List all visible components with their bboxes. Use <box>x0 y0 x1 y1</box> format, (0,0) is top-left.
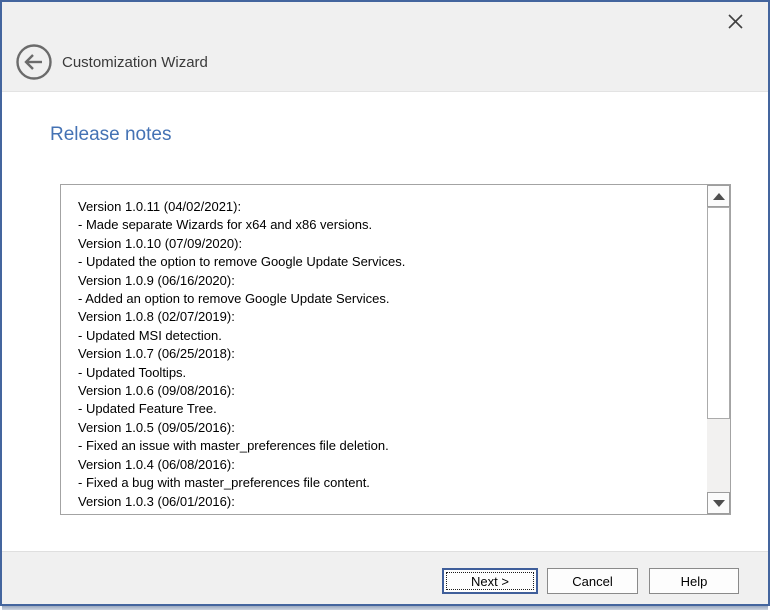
wizard-header: Customization Wizard <box>2 2 768 92</box>
next-button[interactable]: Next > <box>442 568 538 594</box>
release-note-line: Version 1.0.7 (06/25/2018): <box>78 345 699 363</box>
release-note-line: - Made separate Wizards for x64 and x86 … <box>78 216 699 234</box>
wizard-window: Customization Wizard Release notes Versi… <box>0 0 770 606</box>
release-note-line: Version 1.0.8 (02/07/2019): <box>78 308 699 326</box>
release-notes-text: Version 1.0.11 (04/02/2021): - Made sepa… <box>61 185 707 514</box>
release-note-line: Version 1.0.5 (09/05/2016): <box>78 419 699 437</box>
page-title: Release notes <box>50 124 171 146</box>
scrollbar-thumb[interactable] <box>707 207 730 419</box>
release-note-line: Version 1.0.11 (04/02/2021): <box>78 198 699 216</box>
release-note-line: - Updated the option to remove Google Up… <box>78 253 699 271</box>
release-notes-textbox[interactable]: Version 1.0.11 (04/02/2021): - Made sepa… <box>60 184 731 515</box>
release-note-line: Version 1.0.4 (06/08/2016): <box>78 456 699 474</box>
release-note-line: - Fixed a bug with master_preferences fi… <box>78 474 699 492</box>
scroll-down-button[interactable] <box>707 492 730 514</box>
wizard-title: Customization Wizard <box>62 54 208 71</box>
footer-bar: Next > Cancel Help <box>2 551 768 604</box>
window-bottom-shadow <box>2 606 768 610</box>
release-note-line: Version 1.0.6 (09/08/2016): <box>78 382 699 400</box>
main-panel: Release notes Version 1.0.11 (04/02/2021… <box>2 93 768 551</box>
back-button[interactable] <box>15 44 53 82</box>
back-icon <box>15 43 53 84</box>
close-icon <box>728 14 743 32</box>
help-button[interactable]: Help <box>649 568 739 594</box>
release-note-line: - Fixed an issue with master_preferences… <box>78 437 699 455</box>
scroll-down-icon <box>713 500 725 507</box>
close-button[interactable] <box>720 10 750 36</box>
vertical-scrollbar[interactable] <box>707 185 730 514</box>
release-note-line: - Updated Feature Tree. <box>78 400 699 418</box>
scroll-up-icon <box>713 193 725 200</box>
release-note-line: Version 1.0.10 (07/09/2020): <box>78 235 699 253</box>
release-note-line: - Added an option to remove Google Updat… <box>78 290 699 308</box>
release-note-line: Version 1.0.3 (06/01/2016): <box>78 493 699 511</box>
cancel-button[interactable]: Cancel <box>547 568 638 594</box>
release-note-line: - Updated Tooltips. <box>78 364 699 382</box>
scroll-up-button[interactable] <box>707 185 730 207</box>
release-note-line: - Updated MSI detection. <box>78 327 699 345</box>
release-note-line: Version 1.0.9 (06/16/2020): <box>78 272 699 290</box>
